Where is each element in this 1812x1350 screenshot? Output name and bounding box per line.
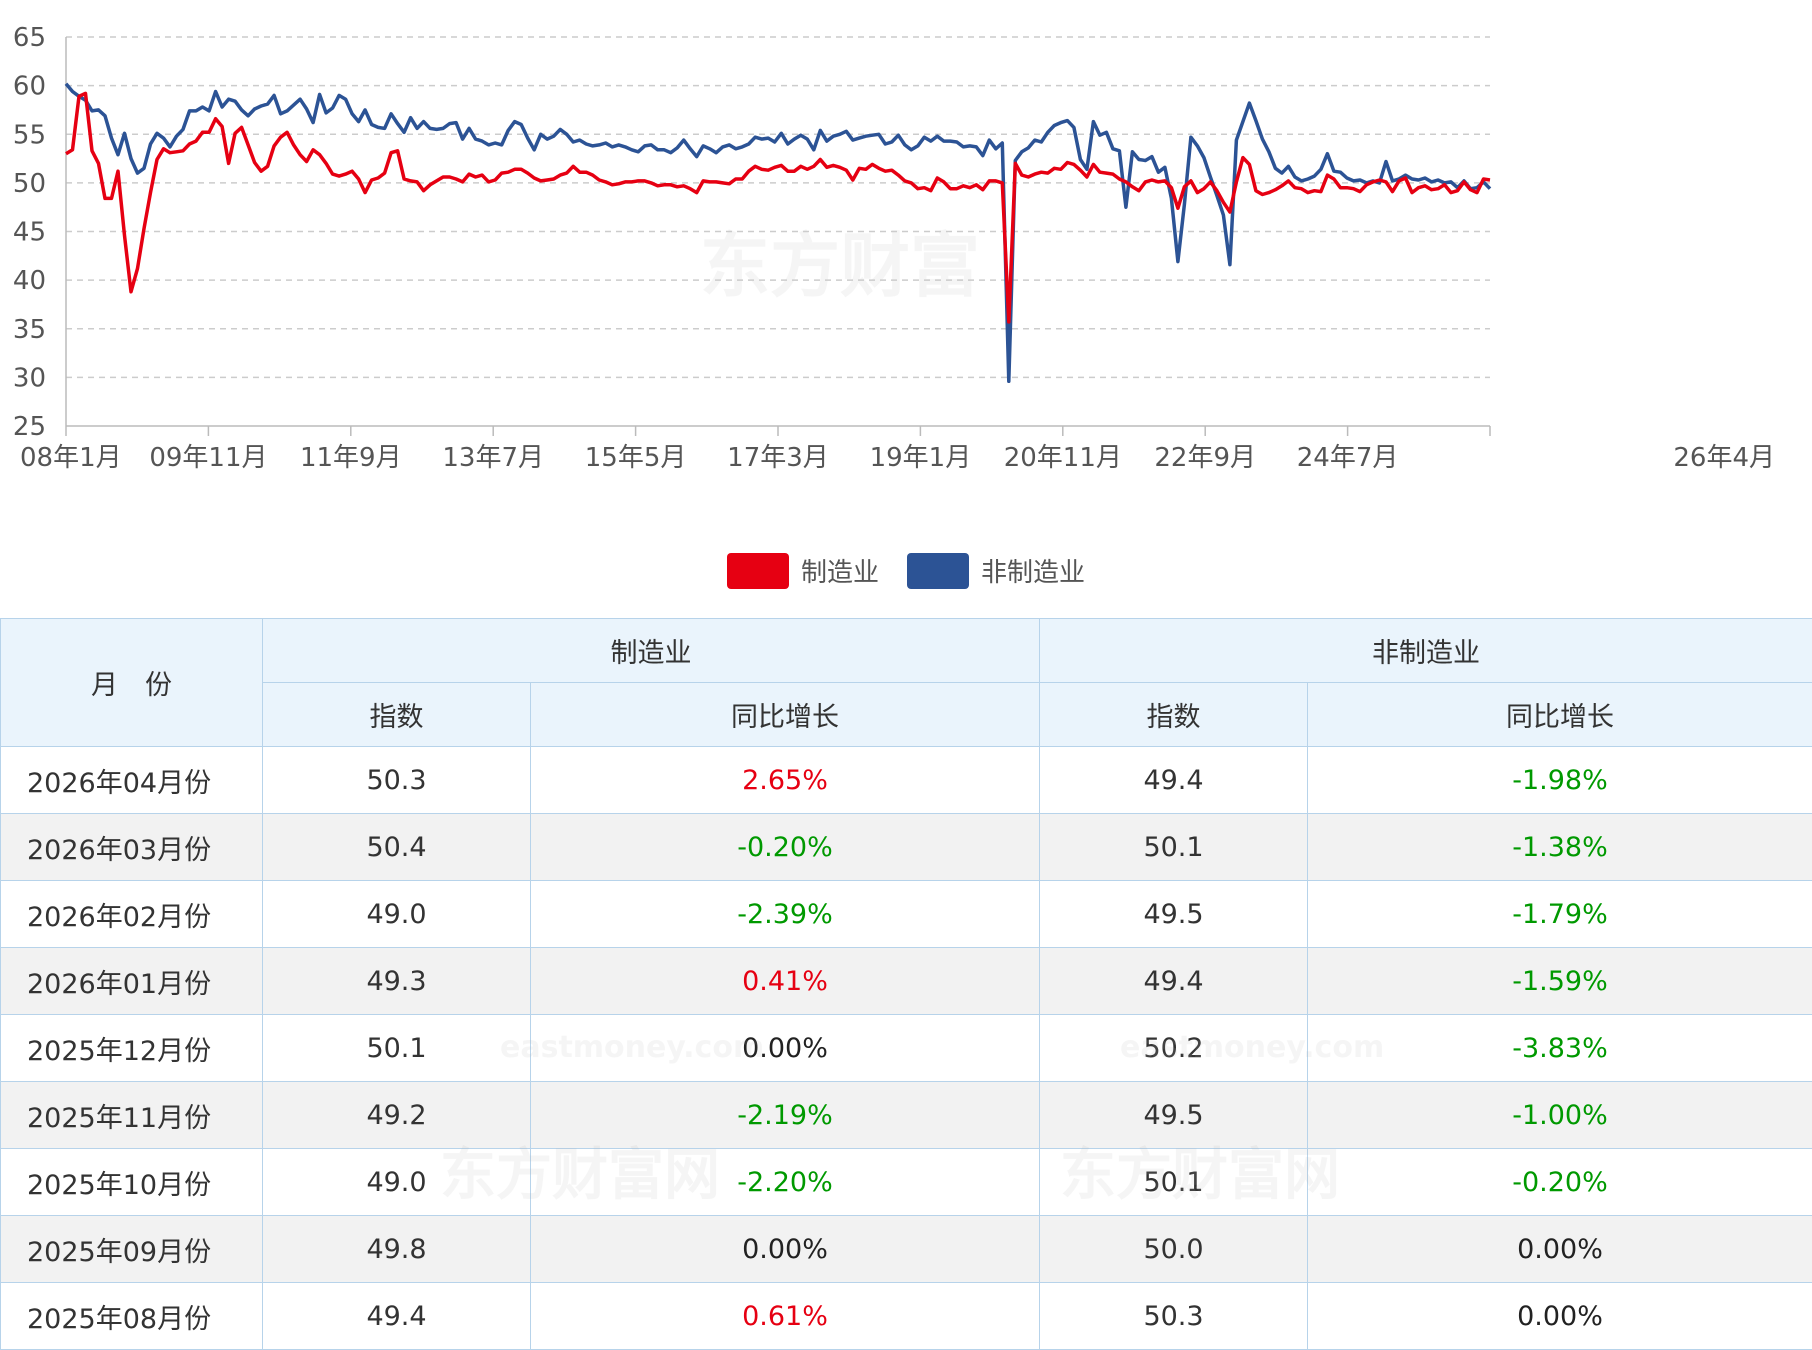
cell-month: 2025年11月份 xyxy=(0,1081,263,1149)
x-tick-label: 09年11月 xyxy=(149,443,267,473)
table-row: 2025年10月份 49.0 -2.20% 50.1 -0.20% xyxy=(0,1148,1812,1216)
header-month: 月 份 xyxy=(0,618,263,747)
cell-mfg-yoy: -0.20% xyxy=(530,813,1040,881)
x-tick-label: 17年3月 xyxy=(727,443,829,473)
cell-non-index: 50.2 xyxy=(1039,1014,1308,1082)
y-tick-label: 60 xyxy=(13,72,46,102)
cell-non-index: 50.1 xyxy=(1039,813,1308,881)
cell-month: 2025年12月份 xyxy=(0,1014,263,1082)
x-tick-label: 19年1月 xyxy=(870,443,972,473)
table-row: 2026年04月份 50.3 2.65% 49.4 -1.98% xyxy=(0,746,1812,814)
cell-mfg-yoy: 0.00% xyxy=(530,1014,1040,1082)
x-tick-label: 26年4月 xyxy=(1673,443,1775,473)
x-tick-label: 15年5月 xyxy=(585,443,687,473)
cell-month: 2026年03月份 xyxy=(0,813,263,881)
legend-item-non-manufacturing[interactable]: 非制造业 xyxy=(907,552,1085,589)
y-tick-label: 55 xyxy=(13,120,46,150)
cell-mfg-index: 49.0 xyxy=(262,880,531,948)
cell-month: 2025年10月份 xyxy=(0,1148,263,1216)
y-tick-label: 35 xyxy=(13,315,46,345)
legend-label-non-manufacturing: 非制造业 xyxy=(981,558,1086,588)
pmi-chart: 东方财富 65 60 55 50 45 40 35 30 25 08年1月 09年11月 11年9月 1… xyxy=(0,0,1812,618)
cell-non-index: 50.1 xyxy=(1039,1148,1308,1216)
y-tick-label: 50 xyxy=(13,169,46,199)
x-tick-label: 11年9月 xyxy=(300,443,402,473)
header-manufacturing: 制造业 xyxy=(262,618,1040,683)
cell-mfg-index: 49.3 xyxy=(262,947,531,1015)
cell-month: 2026年04月份 xyxy=(0,746,263,814)
cell-non-index: 49.5 xyxy=(1039,880,1308,948)
cell-non-yoy: -1.98% xyxy=(1307,746,1812,814)
y-tick-label: 25 xyxy=(13,412,46,442)
cell-mfg-index: 50.4 xyxy=(262,813,531,881)
pmi-table: 月 份 制造业 非制造业 指数 同比增长 指数 同比增长 2026年04月份 50… xyxy=(0,618,1812,1350)
cell-month: 2026年02月份 xyxy=(0,880,263,948)
x-tick-label: 22年9月 xyxy=(1154,443,1256,473)
x-tick-label: 24年7月 xyxy=(1297,443,1399,473)
cell-mfg-index: 50.3 xyxy=(262,746,531,814)
y-tick-label: 30 xyxy=(13,363,46,393)
x-tick-label: 13年7月 xyxy=(442,443,544,473)
cell-mfg-index: 49.8 xyxy=(262,1215,531,1283)
x-tick-label: 08年1月 xyxy=(20,443,122,473)
cell-non-yoy: -0.20% xyxy=(1307,1148,1812,1216)
chart-plot: 65 60 55 50 45 40 35 30 2508年1月 09年11月 11年9月 13年7月 1… xyxy=(13,23,1775,473)
cell-non-index: 50.3 xyxy=(1039,1282,1308,1350)
cell-mfg-index: 49.2 xyxy=(262,1081,531,1149)
x-tick-label: 20年11月 xyxy=(1004,443,1122,473)
cell-month: 2025年09月份 xyxy=(0,1215,263,1283)
header-mfg-yoy: 同比增长 xyxy=(530,682,1040,747)
cell-mfg-yoy: -2.19% xyxy=(530,1081,1040,1149)
header-mfg-index: 指数 xyxy=(262,682,531,747)
cell-non-yoy: -1.79% xyxy=(1307,880,1812,948)
cell-non-yoy: 0.00% xyxy=(1307,1282,1812,1350)
table-row: 2026年01月份 49.3 0.41% 49.4 -1.59% xyxy=(0,947,1812,1015)
legend-swatch-manufacturing xyxy=(726,552,789,589)
axis-layer: 65 60 55 50 45 40 35 30 2508年1月 09年11月 11年9月 13年7月 1… xyxy=(13,23,1775,473)
cell-mfg-yoy: 2.65% xyxy=(530,746,1040,814)
header-non-yoy: 同比增长 xyxy=(1307,682,1812,747)
cell-mfg-yoy: -2.39% xyxy=(530,880,1040,948)
table-row: 2025年09月份 49.8 0.00% 50.0 0.00% xyxy=(0,1215,1812,1283)
cell-non-yoy: -1.59% xyxy=(1307,947,1812,1015)
header-non-index: 指数 xyxy=(1039,682,1308,747)
cell-mfg-yoy: -2.20% xyxy=(530,1148,1040,1216)
table-row: 2026年03月份 50.4 -0.20% 50.1 -1.38% xyxy=(0,813,1812,881)
cell-mfg-yoy: 0.00% xyxy=(530,1215,1040,1283)
y-tick-label: 65 xyxy=(13,23,46,53)
series-line-non-manufacturing xyxy=(64,82,1492,384)
cell-month: 2025年08月份 xyxy=(0,1282,263,1350)
cell-non-index: 49.5 xyxy=(1039,1081,1308,1149)
cell-non-yoy: -1.38% xyxy=(1307,813,1812,881)
grid-layer xyxy=(66,36,1490,379)
y-tick-label: 40 xyxy=(13,266,46,296)
chart-legend: 制造业 非制造业 xyxy=(0,552,1812,589)
cell-mfg-index: 49.4 xyxy=(262,1282,531,1350)
legend-swatch-non-manufacturing xyxy=(907,552,969,589)
cell-mfg-index: 50.1 xyxy=(262,1014,531,1082)
cell-non-index: 50.0 xyxy=(1039,1215,1308,1283)
cell-non-yoy: -3.83% xyxy=(1307,1014,1812,1082)
y-tick-label: 45 xyxy=(13,218,46,248)
legend-item-manufacturing[interactable]: 制造业 xyxy=(726,552,879,589)
cell-non-index: 49.4 xyxy=(1039,947,1308,1015)
table-row: 2025年12月份 50.1 0.00% 50.2 -3.83% xyxy=(0,1014,1812,1082)
cell-mfg-yoy: 0.61% xyxy=(530,1282,1040,1350)
table-row: 2025年11月份 49.2 -2.19% 49.5 -1.00% xyxy=(0,1081,1812,1149)
table-row: 2025年08月份 49.4 0.61% 50.3 0.00% xyxy=(0,1282,1812,1350)
cell-month: 2026年01月份 xyxy=(0,947,263,1015)
cell-mfg-index: 49.0 xyxy=(262,1148,531,1216)
table-body: 2026年04月份 50.3 2.65% 49.4 -1.98% 2026年03月份 50.… xyxy=(0,746,1812,1350)
legend-label-manufacturing: 制造业 xyxy=(800,558,879,588)
header-non-manufacturing: 非制造业 xyxy=(1039,618,1812,683)
table-row: 2026年02月份 49.0 -2.39% 49.5 -1.79% xyxy=(0,880,1812,948)
cell-non-index: 49.4 xyxy=(1039,746,1308,814)
cell-mfg-yoy: 0.41% xyxy=(530,947,1040,1015)
cell-non-yoy: 0.00% xyxy=(1307,1215,1812,1283)
series-line-manufacturing xyxy=(65,91,1491,324)
series-layer xyxy=(64,82,1492,384)
cell-non-yoy: -1.00% xyxy=(1307,1081,1812,1149)
